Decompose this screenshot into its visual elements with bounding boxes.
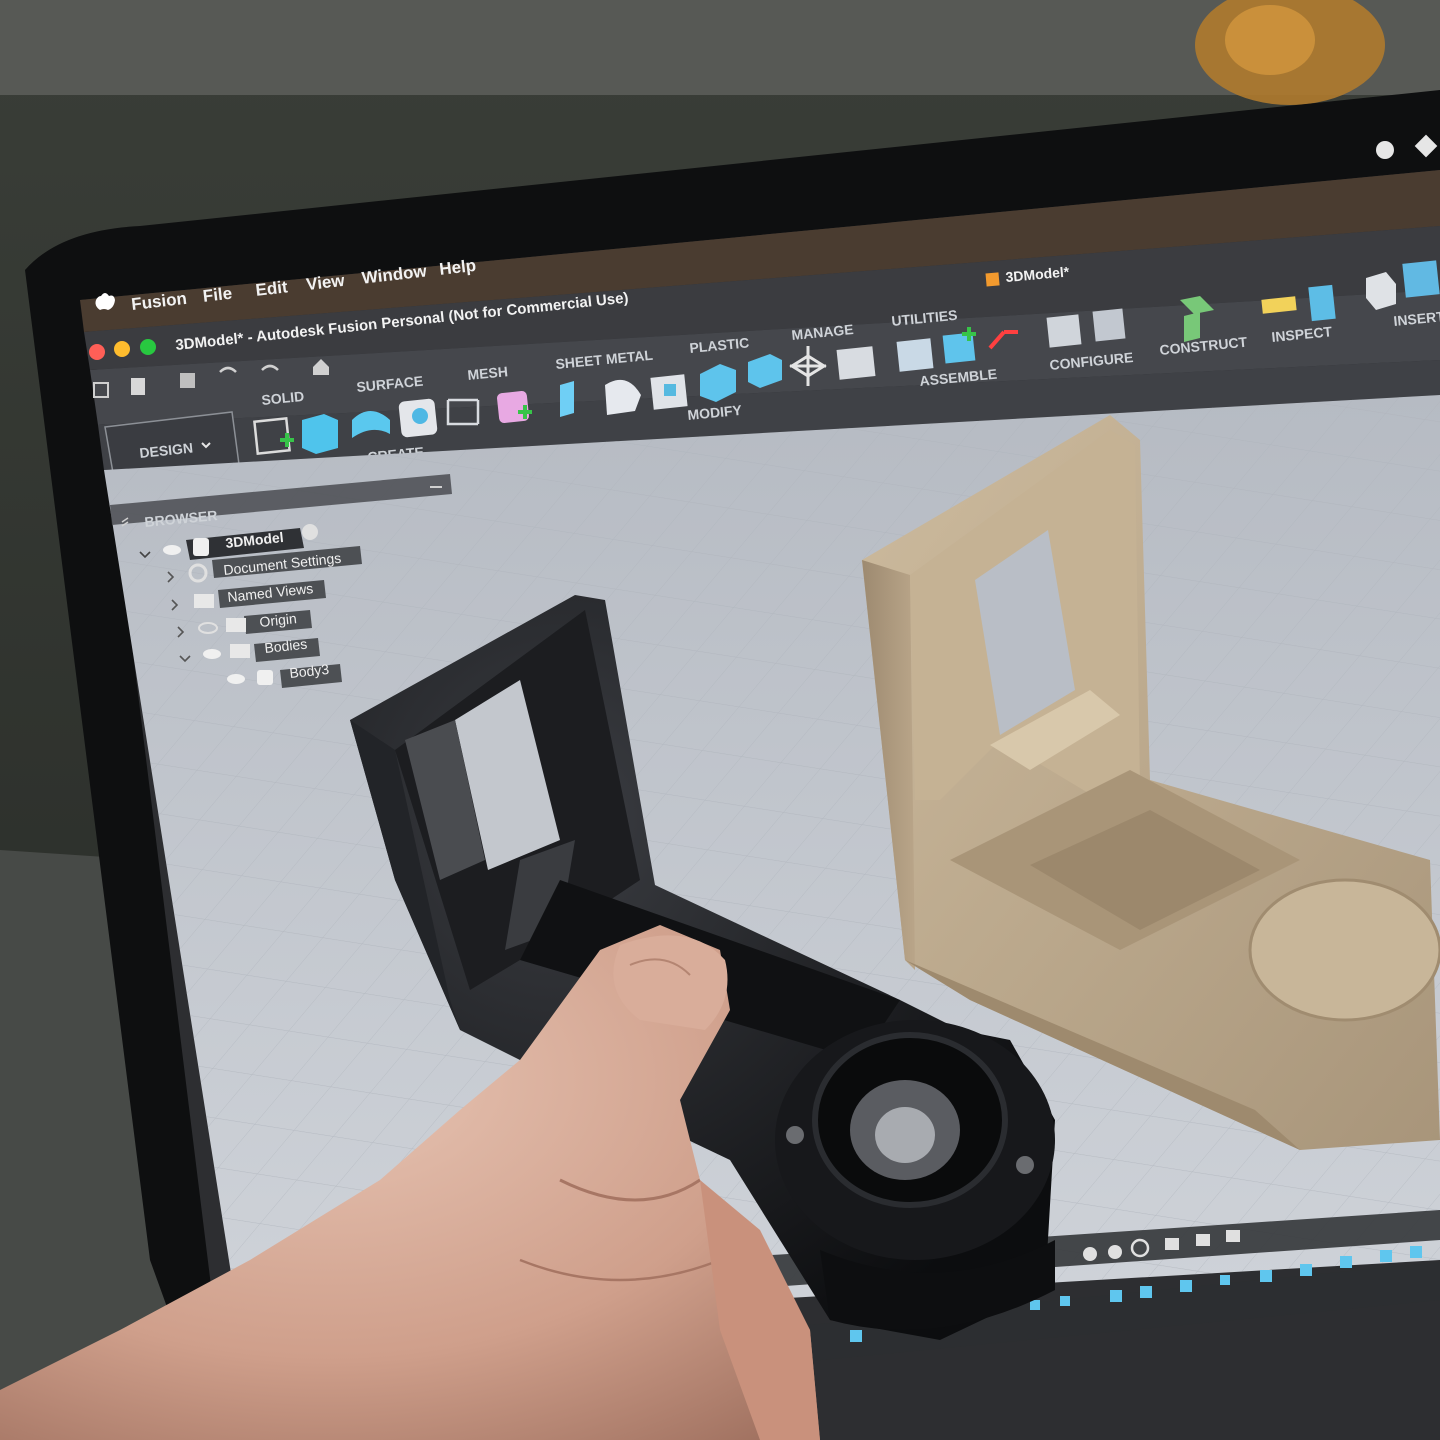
viewports-icon[interactable] — [1226, 1230, 1240, 1242]
configure-table-icon[interactable] — [1092, 308, 1126, 342]
folder-icon — [230, 644, 250, 658]
window-close-button[interactable] — [89, 344, 105, 360]
grid-settings-icon[interactable] — [1196, 1234, 1210, 1246]
window-zoom-button[interactable] — [140, 339, 156, 355]
document-tab-icon — [985, 272, 1000, 287]
file-menu-icon[interactable] — [131, 378, 145, 395]
interference-icon[interactable] — [1308, 284, 1336, 322]
photo-scene: Fusion File Edit View Window Help 3DMode… — [0, 0, 1440, 1440]
save-icon[interactable] — [180, 373, 195, 388]
orbit-icon[interactable] — [1108, 1245, 1122, 1259]
manage-table-icon[interactable] — [836, 346, 876, 380]
visibility-eye-icon[interactable] — [163, 545, 181, 555]
menubar-status-icon[interactable] — [1376, 141, 1394, 159]
display-settings-icon[interactable] — [1165, 1238, 1179, 1250]
shell-icon-inner — [664, 384, 676, 396]
extrude-icon[interactable] — [302, 414, 338, 454]
utility-addins-icon[interactable] — [896, 338, 934, 372]
visibility-eye-icon[interactable] — [203, 649, 221, 659]
pan-icon[interactable] — [1083, 1247, 1097, 1261]
visibility-eye-icon[interactable] — [227, 674, 245, 684]
folder-icon — [226, 618, 246, 632]
background-bottle-highlight — [1225, 5, 1315, 75]
sheet-metal-flange-icon[interactable] — [560, 381, 574, 417]
document-icon — [193, 538, 209, 556]
configure-icon[interactable] — [1046, 314, 1082, 348]
activate-radio-icon[interactable] — [302, 524, 318, 540]
surface-patch-dot — [412, 408, 428, 424]
menu-file[interactable]: File — [202, 284, 233, 306]
menu-edit[interactable]: Edit — [254, 277, 288, 300]
folder-icon — [194, 594, 214, 608]
body-icon — [257, 670, 273, 685]
window-minimize-button[interactable] — [114, 341, 130, 357]
insert-image-icon[interactable] — [1402, 260, 1440, 298]
